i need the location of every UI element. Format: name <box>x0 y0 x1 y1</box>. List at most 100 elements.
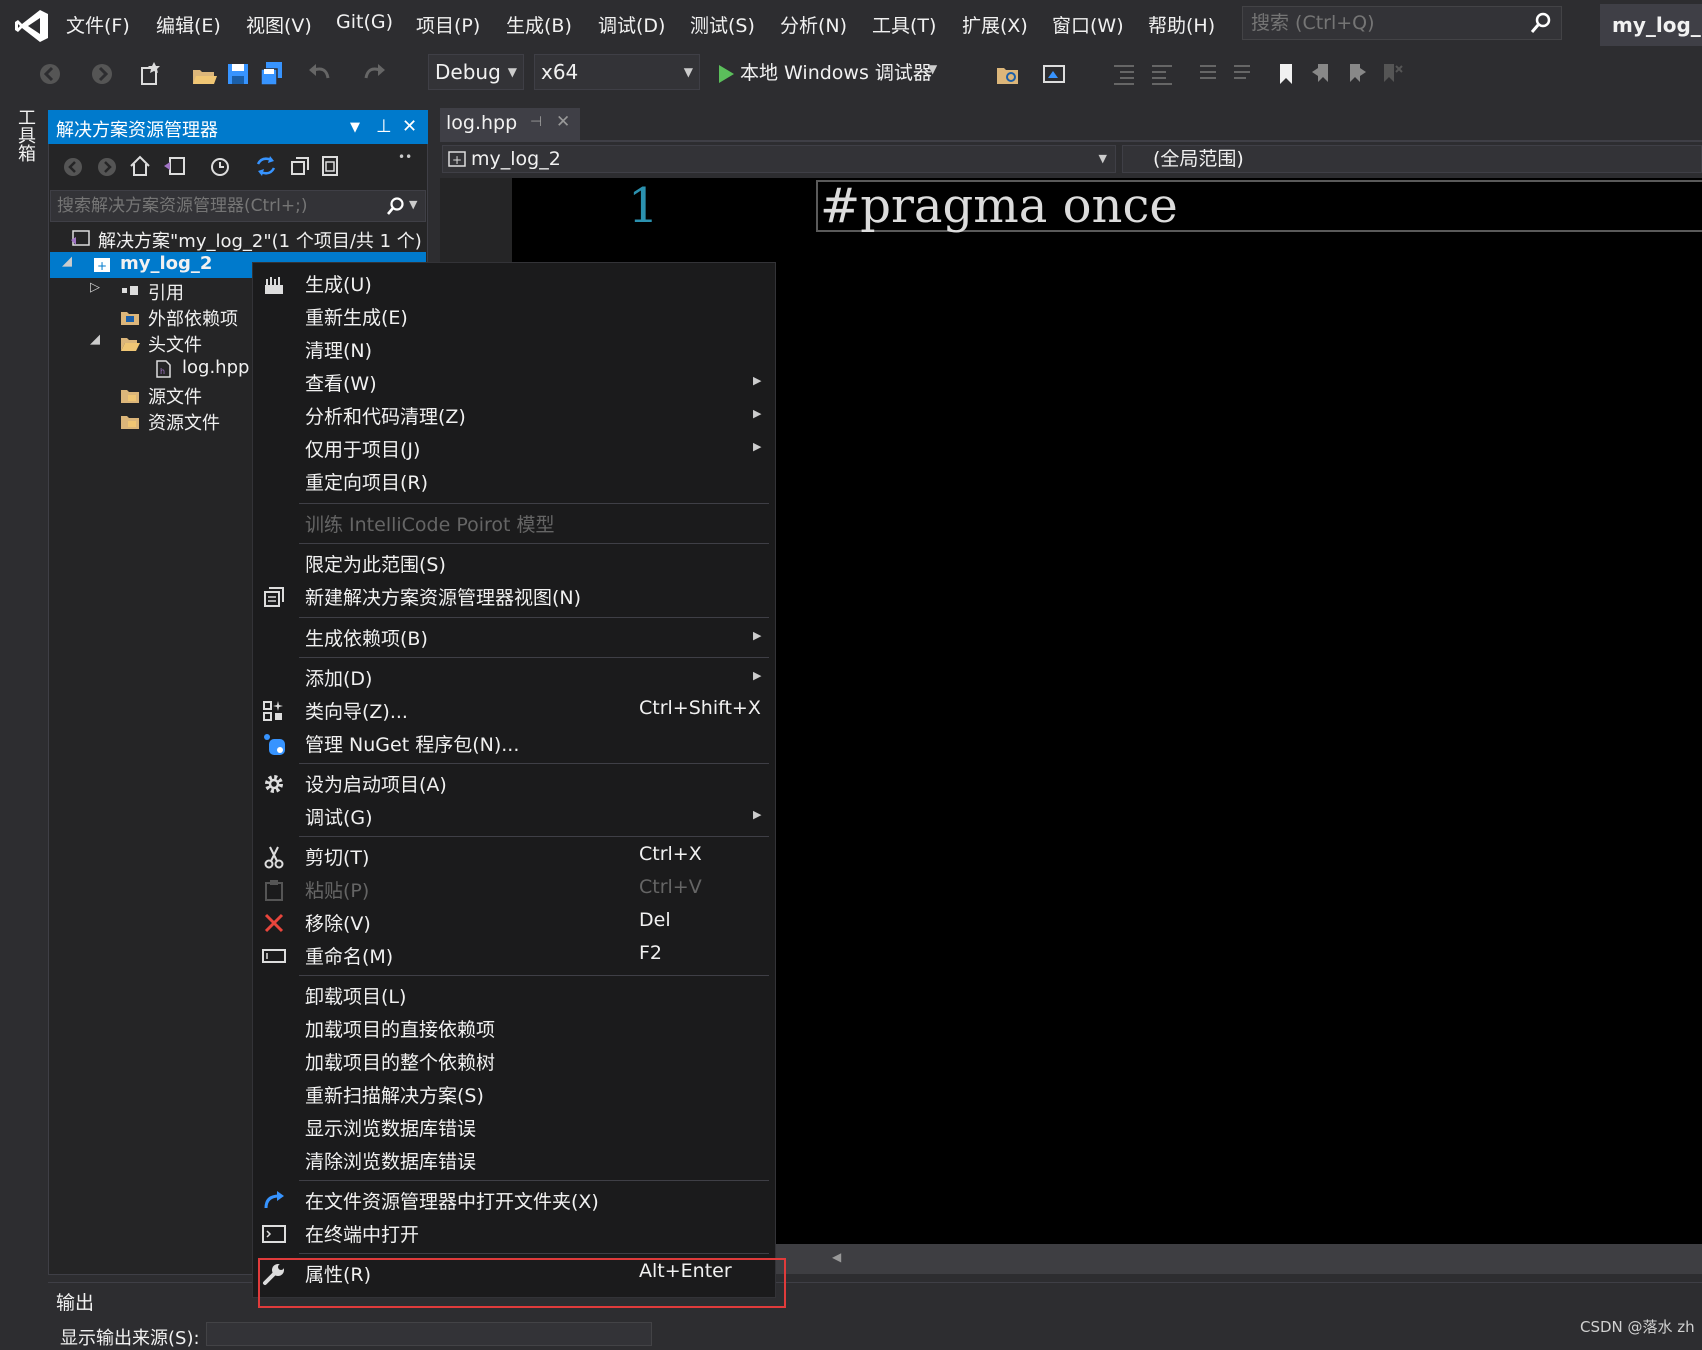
menu-item-build[interactable]: 生成(U) <box>253 267 775 300</box>
more-icon[interactable]: •• <box>398 150 412 164</box>
menu-item-project-only[interactable]: 仅用于项目(J) ▶ <box>253 432 775 465</box>
menu-item-open-in-terminal[interactable]: 在终端中打开 <box>253 1217 775 1250</box>
menu-file[interactable]: 文件(F) <box>66 11 130 38</box>
back-icon[interactable] <box>62 156 84 178</box>
close-icon[interactable]: ✕ <box>556 112 570 132</box>
menu-item-analyze[interactable]: 分析和代码清理(Z) ▶ <box>253 399 775 432</box>
menu-help[interactable]: 帮助(H) <box>1148 11 1215 38</box>
prev-bookmark-icon[interactable] <box>1308 60 1336 88</box>
scroll-left-icon[interactable]: ◀ <box>832 1250 841 1264</box>
redo-icon[interactable] <box>360 60 388 88</box>
save-all-icon[interactable] <box>258 60 286 88</box>
search-icon[interactable] <box>385 195 407 217</box>
menu-item-show-db-errors[interactable]: 显示浏览数据库错误 <box>253 1111 775 1144</box>
show-all-files-icon[interactable] <box>318 154 342 178</box>
chevron-down-icon[interactable]: ▼ <box>409 198 417 211</box>
outdent-icon[interactable] <box>1148 60 1176 88</box>
close-icon[interactable]: ✕ <box>402 116 417 137</box>
menu-item-load-direct-deps[interactable]: 加载项目的直接依赖项 <box>253 1012 775 1045</box>
bookmark-icon[interactable] <box>1272 60 1300 88</box>
menu-item-clear-db-errors[interactable]: 清除浏览数据库错误 <box>253 1144 775 1177</box>
tab-log-hpp[interactable]: log.hpp ⊣ ✕ <box>440 108 580 140</box>
uncomment-icon[interactable] <box>1228 60 1256 88</box>
vs-solution-icon[interactable] <box>162 154 186 178</box>
menu-item-load-dep-tree[interactable]: 加载项目的整个依赖树 <box>253 1045 775 1078</box>
toolbox-tab[interactable]: 工具箱 <box>12 108 38 162</box>
new-project-icon[interactable] <box>136 60 164 88</box>
menu-edit[interactable]: 编辑(E) <box>156 11 221 38</box>
browse-folder-icon[interactable] <box>994 60 1022 88</box>
menu-separator <box>299 543 769 544</box>
collapsed-arrow-icon[interactable]: ▷ <box>90 280 100 295</box>
solution-explorer-search-input[interactable] <box>51 191 379 221</box>
platform-dropdown[interactable]: x64 ▼ <box>534 54 700 90</box>
menu-item-rebuild[interactable]: 重新生成(E) <box>253 300 775 333</box>
scope-dropdown[interactable]: (全局范围) <box>1122 145 1702 173</box>
code-line-1[interactable]: #pragma once <box>820 178 1178 234</box>
horizontal-scrollbar[interactable]: ◀ <box>776 1244 1702 1274</box>
menu-item-debug[interactable]: 调试(G) ▶ <box>253 800 775 833</box>
menu-item-clean[interactable]: 清理(N) <box>253 333 775 366</box>
start-debugging-icon[interactable] <box>712 60 740 88</box>
menu-tools[interactable]: 工具(T) <box>872 11 936 38</box>
menu-build[interactable]: 生成(B) <box>506 11 572 38</box>
start-debugging-button[interactable]: 本地 Windows 调试器 <box>740 58 932 85</box>
next-bookmark-icon[interactable] <box>1342 60 1370 88</box>
clear-bookmarks-icon[interactable] <box>1376 60 1404 88</box>
menu-item-rescan-solution[interactable]: 重新扫描解决方案(S) <box>253 1078 775 1111</box>
menu-item-label: 新建解决方案资源管理器视图(N) <box>305 587 582 609</box>
menu-debug[interactable]: 调试(D) <box>598 11 665 38</box>
menu-item-add[interactable]: 添加(D) ▶ <box>253 661 775 694</box>
indent-icon[interactable] <box>1110 60 1138 88</box>
save-icon[interactable] <box>224 60 252 88</box>
menu-item-remove[interactable]: 移除(V) Del <box>253 906 775 939</box>
menu-item-label: 粘贴(P) <box>305 880 370 902</box>
quick-search-input[interactable] <box>1243 7 1523 39</box>
menu-test[interactable]: 测试(S) <box>690 11 755 38</box>
pending-changes-icon[interactable] <box>208 154 232 178</box>
menu-item-open-in-explorer[interactable]: 在文件资源管理器中打开文件夹(X) <box>253 1184 775 1217</box>
configuration-dropdown[interactable]: Debug ▼ <box>428 54 524 90</box>
menu-item-scope-to-this[interactable]: 限定为此范围(S) <box>253 547 775 580</box>
menu-item-retarget[interactable]: 重定向项目(R) <box>253 465 775 498</box>
quick-search-box[interactable] <box>1242 6 1562 40</box>
undo-icon[interactable] <box>306 60 334 88</box>
pin-icon[interactable]: ⊣ <box>530 114 542 130</box>
forward-icon[interactable] <box>88 60 116 88</box>
menu-item-label: 生成(U) <box>305 274 372 296</box>
menu-item-unload-project[interactable]: 卸载项目(L) <box>253 979 775 1012</box>
pin-icon[interactable]: ⊥ <box>376 116 392 137</box>
menu-item-rename[interactable]: 重命名(M) F2 <box>253 939 775 972</box>
sync-icon[interactable] <box>254 154 278 178</box>
menu-item-manage-nuget[interactable]: 管理 NuGet 程序包(N)... <box>253 727 775 760</box>
menu-item-shortcut: Ctrl+V <box>639 876 702 898</box>
menu-item-cut[interactable]: 剪切(T) Ctrl+X <box>253 840 775 873</box>
project-dropdown[interactable]: + my_log_2 ▼ <box>442 145 1116 173</box>
menu-item-set-startup[interactable]: 设为启动项目(A) <box>253 767 775 800</box>
menu-extensions[interactable]: 扩展(X) <box>962 11 1028 38</box>
menu-window[interactable]: 窗口(W) <box>1052 11 1124 38</box>
chevron-down-icon[interactable]: ▼ <box>350 120 360 135</box>
expanded-arrow-icon[interactable]: ◢ <box>90 332 100 347</box>
chevron-down-icon[interactable]: ▼ <box>928 62 937 76</box>
menu-analyze[interactable]: 分析(N) <box>780 11 847 38</box>
expanded-arrow-icon[interactable]: ◢ <box>62 254 72 269</box>
menu-item-new-se-view[interactable]: 新建解决方案资源管理器视图(N) <box>253 580 775 613</box>
comment-icon[interactable] <box>1194 60 1222 88</box>
menu-item-view[interactable]: 查看(W) ▶ <box>253 366 775 399</box>
chevron-down-icon: ▼ <box>507 65 517 79</box>
menu-project[interactable]: 项目(P) <box>416 11 480 38</box>
menu-item-class-wizard[interactable]: 类向导(Z)... Ctrl+Shift+X <box>253 694 775 727</box>
menu-git[interactable]: Git(G) <box>336 11 393 33</box>
forward-icon[interactable] <box>96 156 118 178</box>
menu-view[interactable]: 视图(V) <box>246 11 312 38</box>
solution-explorer-search[interactable]: ▼ <box>50 190 426 222</box>
menu-item-build-dependencies[interactable]: 生成依赖项(B) ▶ <box>253 621 775 654</box>
screenshot-icon[interactable] <box>1040 60 1068 88</box>
open-folder-icon[interactable] <box>190 60 218 88</box>
collapse-all-icon[interactable] <box>288 154 312 178</box>
home-icon[interactable] <box>128 154 152 178</box>
output-source-dropdown[interactable] <box>206 1322 652 1346</box>
tree-node-solution[interactable]: 解决方案"my_log_2"(1 个项目/共 1 个) <box>50 226 426 252</box>
back-icon[interactable] <box>36 60 64 88</box>
